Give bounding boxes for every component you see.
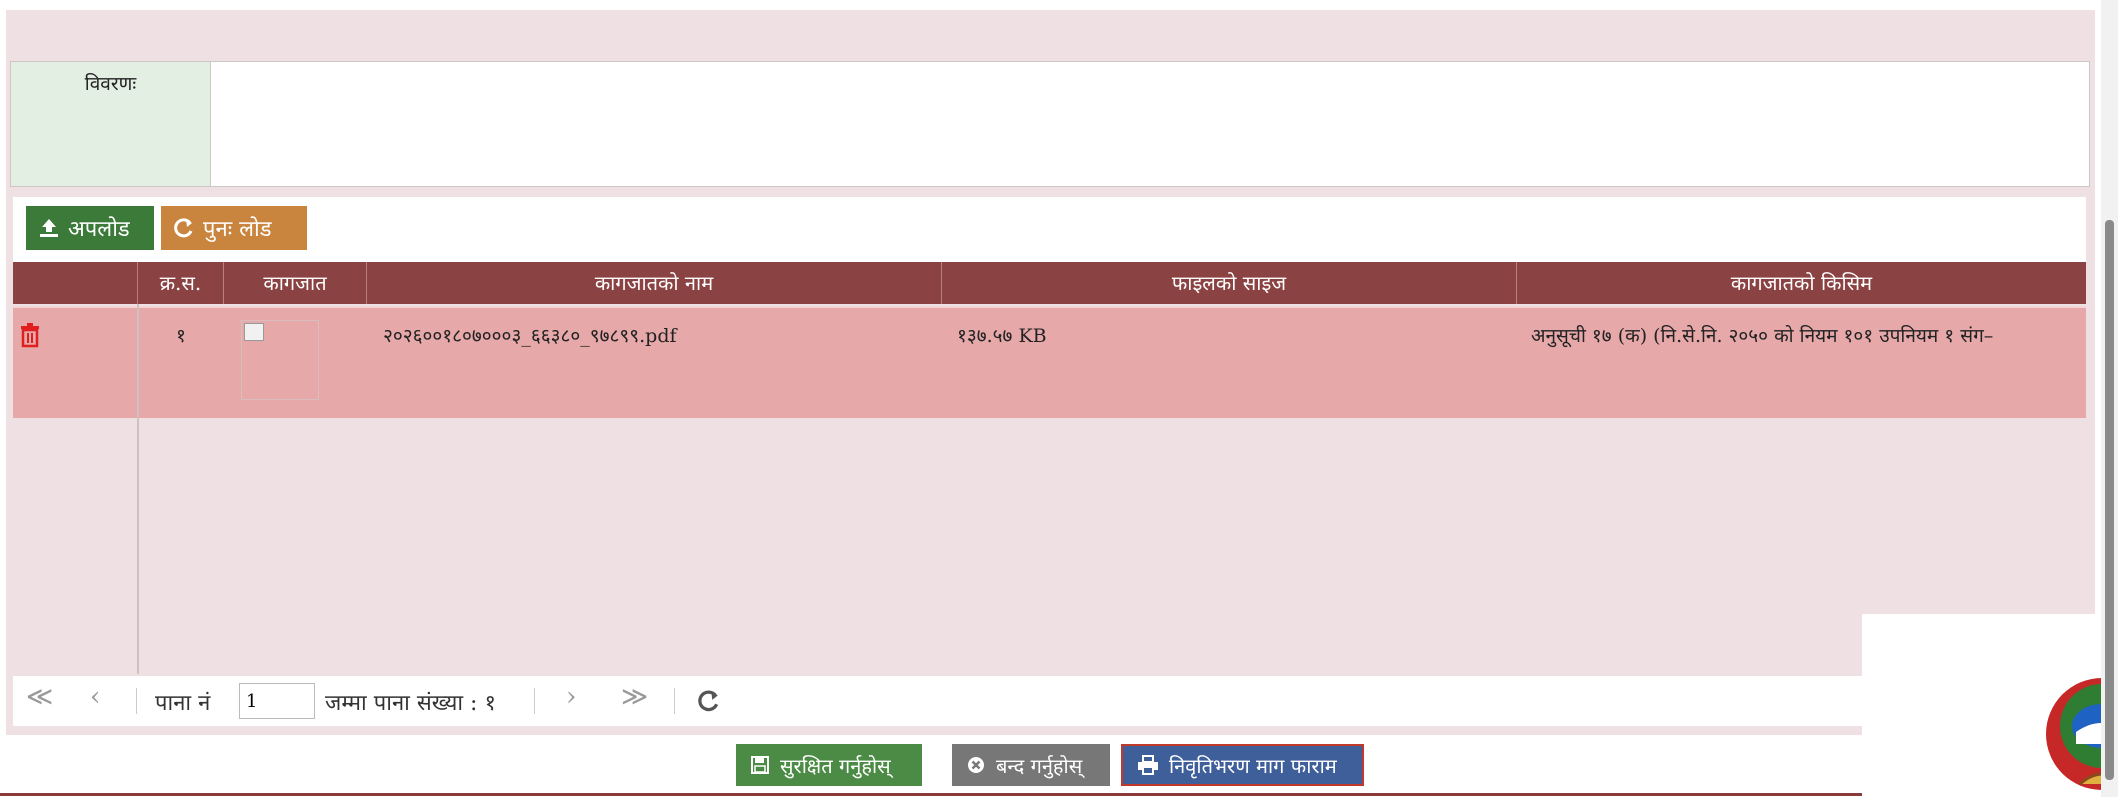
last-page-button[interactable]: ≫ [621, 682, 648, 712]
page-label: पाना नं [155, 691, 211, 716]
close-circle-icon [968, 757, 984, 773]
first-page-button[interactable]: ≪ [26, 682, 53, 712]
footer-actions: सुरक्षित गर्नुहोस् बन्द गर्नुहोस् निवृति… [0, 740, 1862, 797]
description-label: विवरणः [11, 62, 211, 186]
next-page-button[interactable]: › [566, 682, 576, 712]
column-divider [137, 304, 139, 674]
document-thumbnail[interactable] [241, 320, 319, 400]
pager-separator [534, 688, 535, 714]
row-document-name: २०२६००१८०७०००३_६६३८०_९७८९९.pdf [383, 325, 677, 347]
reload-label: पुनः लोड [203, 217, 272, 242]
save-button[interactable]: सुरक्षित गर्नुहोस् [736, 744, 922, 786]
table-row[interactable]: १ २०२६००१८०७०००३_६६३८०_९७८९९.pdf १३७.५७ … [13, 306, 2086, 418]
upload-label: अपलोड [68, 217, 130, 242]
row-file-size: १३७.५७ KB [957, 325, 1047, 347]
total-pages-label: जम्मा पाना संख्या : १ [325, 691, 496, 716]
pager-separator [136, 688, 137, 714]
header-file-size[interactable]: फाइलको साइज [942, 262, 1517, 304]
trash-icon[interactable] [19, 322, 41, 348]
page-scrollbar-thumb[interactable] [2105, 220, 2114, 780]
footer-divider [0, 793, 1862, 796]
emblem-container [1862, 614, 2118, 797]
description-row: विवरणः [10, 61, 2090, 187]
pension-request-form-button[interactable]: निवृतिभरण माग फाराम [1121, 744, 1364, 786]
header-document-type[interactable]: कागजातको किसिम [1517, 262, 2086, 304]
header-document-name[interactable]: कागजातको नाम [367, 262, 942, 304]
print-icon [1138, 755, 1158, 775]
refresh-icon [174, 218, 193, 238]
upload-button[interactable]: अपलोड [26, 206, 154, 250]
upload-icon [40, 219, 58, 237]
reload-button[interactable]: पुनः लोड [161, 206, 307, 250]
header-document[interactable]: कागजात [224, 262, 367, 304]
refresh-icon[interactable] [697, 689, 721, 713]
pager: ≪ ‹ पाना नं जम्मा पाना संख्या : १ › ≫ [13, 676, 2086, 726]
save-icon [751, 756, 769, 774]
pager-separator [674, 688, 675, 714]
print-label: निवृतिभरण माग फाराम [1169, 753, 1337, 778]
document-toolbar: अपलोड पुनः लोड [13, 197, 2086, 262]
nepal-emblem-logo [2046, 664, 2118, 790]
close-label: बन्द गर्नुहोस् [996, 753, 1083, 778]
prev-page-button[interactable]: ‹ [90, 682, 100, 712]
page-number-input[interactable] [239, 683, 315, 719]
header-actions [13, 262, 138, 304]
close-button[interactable]: बन्द गर्नुहोस् [952, 744, 1110, 786]
broken-image-icon [244, 323, 264, 341]
grid-header: क्र.स. कागजात कागजातको नाम फाइलको साइज क… [13, 262, 2086, 304]
header-sn[interactable]: क्र.स. [138, 262, 224, 304]
documents-grid: क्र.स. कागजात कागजातको नाम फाइलको साइज क… [13, 262, 2086, 674]
description-input[interactable] [211, 62, 2089, 186]
row-sn: १ [176, 325, 186, 347]
save-label: सुरक्षित गर्नुहोस् [780, 753, 891, 778]
row-document-type: अनुसूची १७ (क) (नि.से.नि. २०५० को नियम १… [1531, 325, 1994, 347]
